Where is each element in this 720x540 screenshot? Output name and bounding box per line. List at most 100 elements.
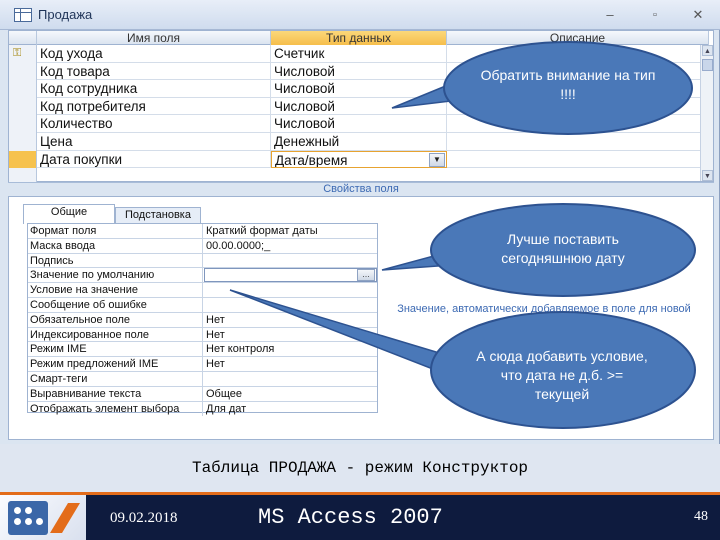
primary-key-icon: ⚿ <box>13 47 22 59</box>
field-name-cell[interactable]: Количество <box>37 115 271 133</box>
scroll-down-icon[interactable]: ▼ <box>702 170 713 181</box>
close-button[interactable]: ✕ <box>688 7 708 23</box>
property-value[interactable] <box>204 254 377 268</box>
logo-stripe <box>50 503 80 533</box>
data-type-cell[interactable]: Денежный <box>271 133 447 150</box>
property-value[interactable]: Общее <box>204 387 377 401</box>
tab-lookup[interactable]: Подстановка <box>115 207 201 224</box>
logo-mark <box>8 501 48 535</box>
data-type-value: Дата/время <box>275 152 348 168</box>
slide-app-name: MS Access 2007 <box>258 505 443 530</box>
field-row-selected[interactable]: Дата покупки Дата/время ▼ <box>37 150 709 169</box>
field-design-grid: Имя поля Тип данных Описание ⚿ Код ухода… <box>8 30 714 183</box>
field-name-cell[interactable]: Код сотрудника <box>37 80 271 98</box>
column-header-field-name[interactable]: Имя поля <box>37 31 271 45</box>
field-row[interactable]: Количество Числовой <box>37 115 709 133</box>
slide-footer: 09.02.2018 MS Access 2007 48 <box>0 492 720 540</box>
field-row[interactable]: Цена Денежный <box>37 133 709 151</box>
property-label: Отображать элемент выбора <box>28 401 203 416</box>
default-value-input[interactable]: … <box>204 268 377 283</box>
column-header-description[interactable]: Описание <box>447 31 709 45</box>
column-header-data-type[interactable]: Тип данных <box>271 31 447 45</box>
property-row[interactable]: Формат поля Краткий формат даты <box>28 224 377 239</box>
property-help-text: Значение, автоматически добавляемое в по… <box>397 303 691 327</box>
field-name-cell[interactable]: Код потребителя <box>37 97 271 115</box>
data-type-cell[interactable]: Числовой <box>271 62 447 80</box>
property-row[interactable]: Отображать элемент выбора Для дат <box>28 401 377 417</box>
callout-text-validation-rule: А сюда добавить условие, что дата не д.б… <box>476 348 648 402</box>
slide-caption: Таблица ПРОДАЖА - режим Конструктор <box>191 459 529 477</box>
property-label: Условие на значение <box>28 283 203 298</box>
field-name-cell[interactable]: Код ухода <box>37 45 271 62</box>
field-name-cell[interactable]: Цена <box>37 133 271 150</box>
data-type-cell[interactable]: Счетчик <box>271 45 447 62</box>
property-value[interactable] <box>204 372 377 386</box>
property-value[interactable]: Нет <box>204 328 377 342</box>
property-label: Индексированное поле <box>28 327 203 342</box>
minimize-button[interactable]: ‒ <box>600 7 620 23</box>
property-row[interactable]: Смарт-теги <box>28 372 377 387</box>
description-cell[interactable] <box>447 45 709 62</box>
property-value[interactable]: Нет <box>204 313 377 327</box>
description-cell[interactable] <box>447 150 709 168</box>
data-type-cell[interactable]: Числовой <box>271 97 447 115</box>
property-value[interactable]: Краткий формат даты <box>204 224 377 238</box>
property-value[interactable]: 00.00.0000;_ <box>204 239 377 253</box>
slide-number: 48 <box>694 509 708 524</box>
property-label: Выравнивание текста <box>28 386 203 401</box>
property-row[interactable]: Подпись <box>28 253 377 269</box>
scroll-thumb[interactable] <box>702 59 713 71</box>
row-selector-column: ⚿ <box>9 45 37 183</box>
scroll-up-icon[interactable]: ▲ <box>702 45 713 56</box>
property-row[interactable]: Обязательное поле Нет <box>28 312 377 328</box>
callout-text-data-type: Обратить внимание на тип !!!! <box>480 67 656 102</box>
properties-table: Формат поля Краткий формат даты Маска вв… <box>27 223 378 416</box>
property-value[interactable]: Нет контроля <box>204 342 377 356</box>
data-type-cell[interactable]: Числовой <box>271 80 447 98</box>
property-label: Значение по умолчанию <box>28 268 203 283</box>
grid-header: Имя поля Тип данных Описание <box>9 31 709 45</box>
property-value[interactable]: Нет <box>204 357 377 371</box>
callout-text-default-value: Лучше поставить сегодняшнюю дату <box>501 231 625 266</box>
field-row[interactable]: Код ухода Счетчик <box>37 45 709 63</box>
property-row[interactable]: Сообщение об ошибке <box>28 298 377 313</box>
field-name-cell[interactable]: Дата покупки <box>37 150 271 168</box>
tab-general[interactable]: Общие <box>23 204 115 224</box>
property-label: Режим предложений IME <box>28 357 203 372</box>
footer-bar: 09.02.2018 MS Access 2007 48 <box>86 492 720 540</box>
data-type-select[interactable]: Дата/время ▼ <box>271 150 447 168</box>
property-value[interactable] <box>204 283 377 297</box>
property-label: Режим IME <box>28 342 203 357</box>
row-selector-header <box>9 31 37 45</box>
property-label: Смарт-теги <box>28 372 203 386</box>
table-icon <box>14 8 32 22</box>
property-label: Формат поля <box>28 224 203 238</box>
chevron-down-icon[interactable]: ▼ <box>429 152 445 167</box>
property-row[interactable]: Выравнивание текста Общее <box>28 386 377 402</box>
property-row[interactable]: Режим предложений IME Нет <box>28 357 377 372</box>
maximize-button[interactable]: ▫ <box>645 7 665 23</box>
field-name-cell[interactable]: Код товара <box>37 62 271 80</box>
property-label: Маска ввода <box>28 238 203 253</box>
property-value[interactable] <box>204 298 377 312</box>
slide-date: 09.02.2018 <box>110 510 178 526</box>
logo <box>0 492 86 540</box>
property-label: Сообщение об ошибке <box>28 298 203 312</box>
field-properties-label: Свойства поля <box>8 182 714 196</box>
property-row-validation-rule[interactable]: Условие на значение <box>28 283 377 298</box>
property-row-default-value[interactable]: Значение по умолчанию … <box>28 268 377 284</box>
window-titlebar: Продажа ‒ ▫ ✕ <box>0 0 720 30</box>
row-selector-current[interactable] <box>9 150 36 168</box>
property-row[interactable]: Маска ввода 00.00.0000;_ <box>28 238 377 254</box>
property-row[interactable]: Индексированное поле Нет <box>28 327 377 343</box>
vertical-scrollbar[interactable]: ▲ ▼ <box>700 45 713 181</box>
property-label: Обязательное поле <box>28 312 203 327</box>
property-row[interactable]: Режим IME Нет контроля <box>28 342 377 358</box>
property-label: Подпись <box>28 253 203 268</box>
expression-builder-button[interactable]: … <box>357 269 375 282</box>
description-cell[interactable] <box>447 133 709 150</box>
window-title: Продажа <box>38 7 93 22</box>
property-value[interactable]: Для дат <box>204 402 377 416</box>
data-type-cell[interactable]: Числовой <box>271 115 447 133</box>
description-cell[interactable] <box>447 115 709 133</box>
